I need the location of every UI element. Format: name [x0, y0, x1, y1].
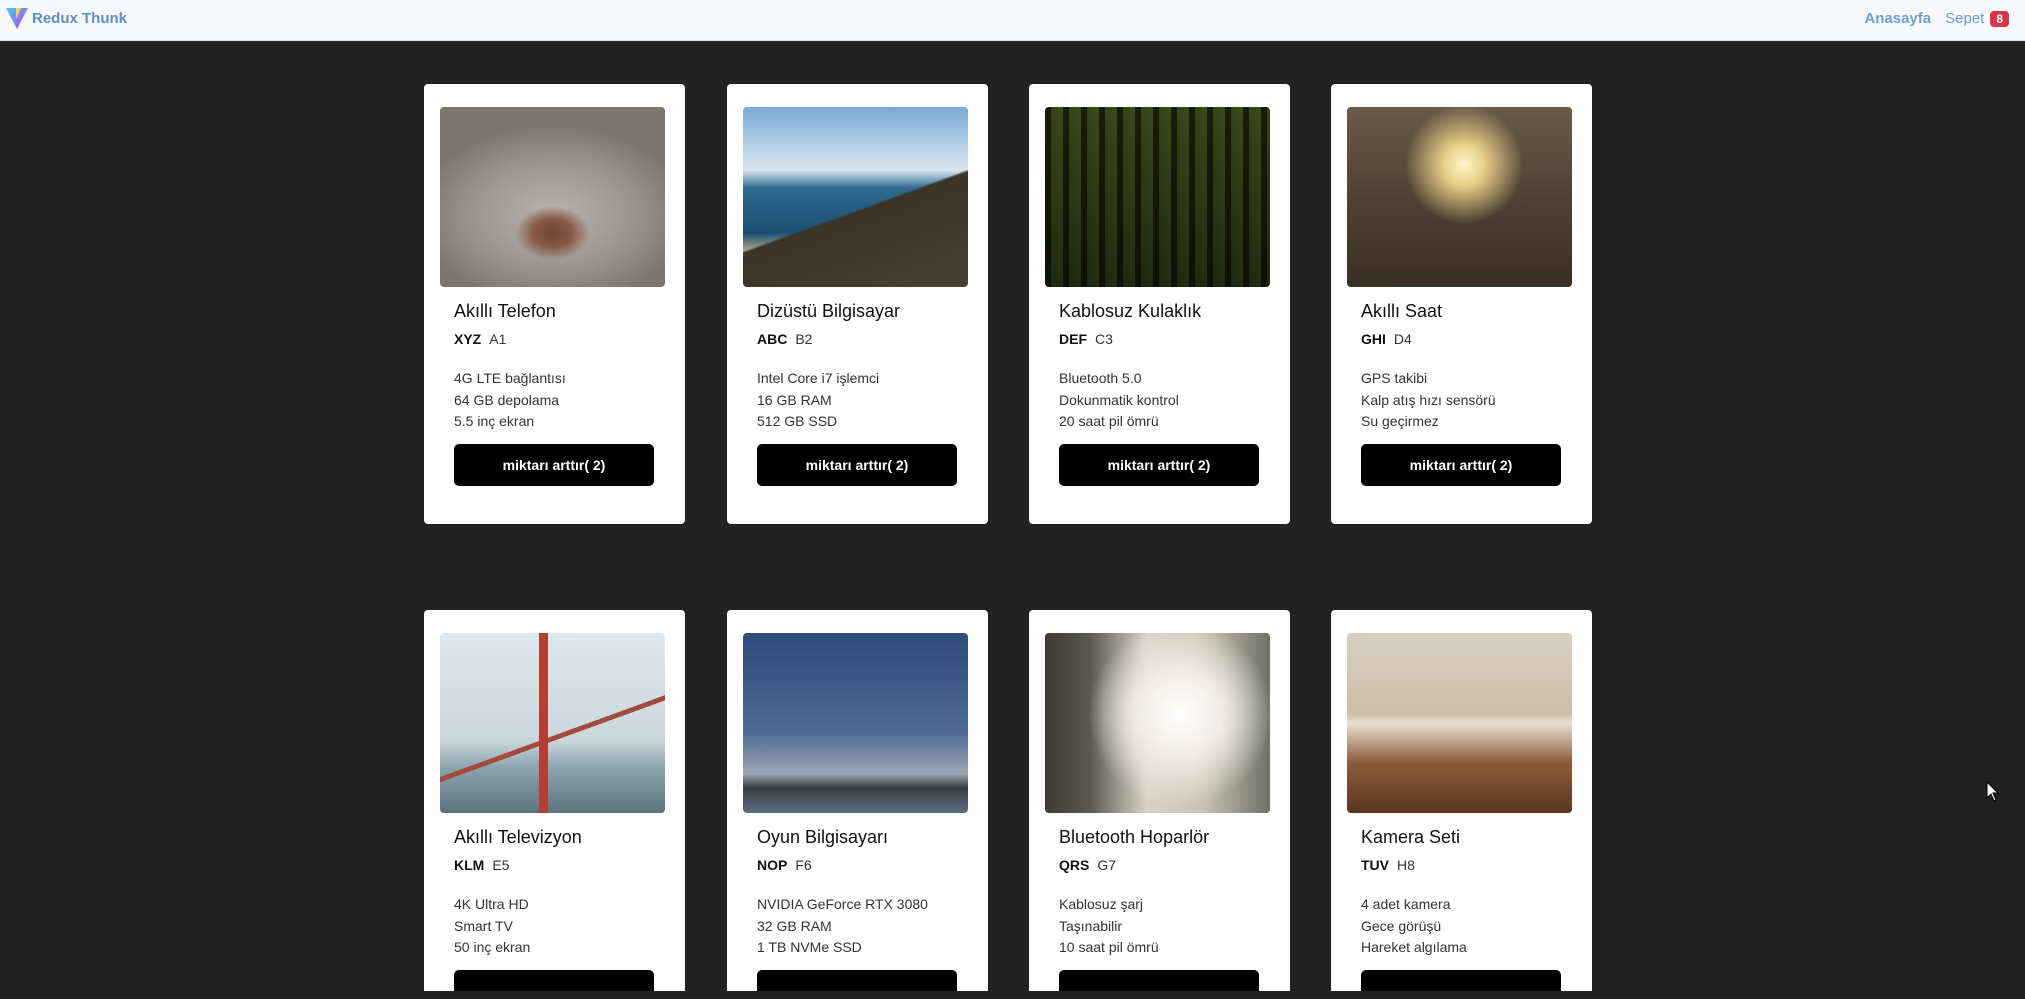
product-card: Akıllı Telefon XYZ A1 4G LTE bağlantısı 6…	[424, 84, 685, 524]
feature-item: Taşınabilir	[1059, 917, 1123, 934]
feature-item: Bluetooth 5.0	[1059, 370, 1142, 386]
feature-item: Intel Core i7 işlemci	[757, 370, 880, 386]
product-model: H8	[1397, 857, 1415, 873]
add-to-cart-button[interactable]	[757, 970, 957, 991]
product-brand: TUV	[1361, 857, 1389, 873]
product-brand: DEF	[1059, 331, 1087, 347]
product-title: Kamera Seti	[1361, 827, 1461, 847]
product-card: Kablosuz Kulaklık DEF C3 Bluetooth 5.0 Do…	[1029, 84, 1290, 524]
man-in-sunlight-photo	[1045, 633, 1270, 813]
product-brand-model: KLM E5	[454, 857, 509, 873]
product-features: Intel Core i7 işlemci 16 GB RAM 512 GB S…	[757, 368, 879, 433]
product-brand: ABC	[757, 331, 788, 347]
product-brand-model: QRS G7	[1059, 857, 1116, 873]
nav-cart-link[interactable]: Sepet 8	[1945, 10, 2009, 27]
product-brand: QRS	[1059, 857, 1090, 873]
product-model: G7	[1097, 857, 1117, 873]
feature-item: 4G LTE bağlantısı	[454, 370, 566, 386]
feature-item: Hareket algılama	[1361, 939, 1467, 955]
product-brand-model: GHI D4	[1361, 331, 1412, 347]
feature-item: Su geçirmez	[1361, 413, 1439, 429]
product-brand: GHI	[1361, 331, 1386, 347]
product-title: Akıllı Saat	[1361, 301, 1443, 321]
product-features: 4G LTE bağlantısı 64 GB depolama 5.5 inç…	[454, 368, 566, 433]
feature-item: Kalp atış hızı sensörü	[1361, 391, 1496, 408]
product-model: C3	[1095, 331, 1113, 347]
increase-quantity-button[interactable]: miktarı arttır( 2)	[454, 444, 654, 486]
product-title: Oyun Bilgisayarı	[757, 827, 889, 847]
sunset-grass-photo	[1347, 107, 1572, 287]
feature-item: 4K Ultra HD	[454, 896, 529, 912]
increase-quantity-button[interactable]: miktarı arttır( 2)	[1059, 444, 1259, 486]
product-features: Bluetooth 5.0 Dokunmatik kontrol 20 saat…	[1059, 368, 1179, 433]
product-brand-model: XYZ A1	[454, 331, 506, 347]
product-title: Bluetooth Hoparlör	[1059, 827, 1210, 847]
product-card: Dizüstü Bilgisayar ABC B2 Intel Core i7 i…	[727, 84, 988, 524]
increase-quantity-button[interactable]: miktarı arttır( 2)	[757, 444, 957, 486]
city-skyline-photo	[743, 633, 968, 813]
product-model: B2	[795, 331, 813, 347]
top-navbar: Redux Thunk Anasayfa Sepet 8	[0, 0, 2025, 41]
brand[interactable]: Redux Thunk	[4, 5, 127, 31]
nav-links: Anasayfa Sepet 8	[1864, 10, 2009, 27]
product-title: Kablosuz Kulaklık	[1059, 301, 1202, 321]
feature-item: Smart TV	[454, 917, 513, 934]
product-features: GPS takibi Kalp atış hızı sensörü Su geç…	[1361, 368, 1496, 433]
cart-count-badge: 8	[1990, 10, 2009, 27]
brand-label: Redux Thunk	[32, 9, 128, 27]
nav-home-link[interactable]: Anasayfa	[1864, 10, 1931, 27]
product-brand: NOP	[757, 857, 788, 873]
add-to-cart-button[interactable]	[1361, 970, 1561, 991]
product-card: Bluetooth Hoparlör QRS G7 Kablosuz şarj T…	[1029, 610, 1290, 991]
open-book-photo	[1347, 633, 1572, 813]
product-brand: KLM	[454, 857, 485, 873]
product-grid: Akıllı Telefon XYZ A1 4G LTE bağlantısı 6…	[0, 41, 2025, 991]
feature-item: 5.5 inç ekran	[454, 413, 535, 429]
product-model: D4	[1393, 331, 1412, 347]
feature-item: 50 inç ekran	[454, 939, 531, 955]
increase-quantity-button[interactable]: miktarı arttır( 2)	[1361, 444, 1561, 486]
forest-path-photo	[1045, 107, 1270, 287]
mouse-pointer-icon	[1986, 781, 2000, 802]
add-to-cart-button[interactable]	[1059, 970, 1259, 991]
product-features: 4K Ultra HD Smart TV 50 inç ekran	[454, 894, 530, 959]
feature-item: Kablosuz şarj	[1059, 896, 1144, 912]
product-brand-model: TUV H8	[1361, 857, 1415, 873]
add-to-cart-button[interactable]	[454, 970, 654, 991]
feature-item: 10 saat pil ömrü	[1059, 939, 1159, 955]
product-card: Akıllı Televizyon KLM E5 4K Ultra HD Smar…	[424, 610, 685, 991]
feature-item: 512 GB SSD	[757, 413, 838, 429]
feature-item: NVIDIA GeForce RTX 3080	[757, 896, 928, 912]
product-brand: XYZ	[454, 331, 482, 347]
product-card: Akıllı Saat GHI D4 GPS takibi Kalp atış h…	[1331, 84, 1592, 524]
product-brand-model: ABC B2	[757, 331, 812, 347]
feature-item: Gece görüşü	[1361, 917, 1442, 934]
golden-gate-bridge-photo	[440, 633, 665, 813]
product-title: Akıllı Televizyon	[454, 827, 582, 847]
feature-item: GPS takibi	[1361, 370, 1428, 386]
product-card: Oyun Bilgisayarı NOP F6 NVIDIA GeForce RT…	[727, 610, 988, 991]
feature-item: 20 saat pil ömrü	[1059, 413, 1159, 429]
product-model: A1	[489, 331, 507, 347]
feature-item: 16 GB RAM	[757, 391, 832, 408]
product-brand-model: NOP F6	[757, 857, 812, 873]
product-title: Akıllı Telefon	[454, 301, 556, 321]
feature-item: 4 adet kamera	[1361, 896, 1451, 912]
product-features: 4 adet kamera Gece görüşü Hareket algıla…	[1361, 894, 1467, 959]
product-features: NVIDIA GeForce RTX 3080 32 GB RAM 1 TB N…	[757, 894, 928, 959]
product-model: F6	[795, 857, 812, 873]
nav-cart-label: Sepet	[1945, 10, 1985, 27]
product-model: E5	[492, 857, 510, 873]
product-features: Kablosuz şarj Taşınabilir 10 saat pil öm…	[1059, 894, 1159, 959]
vite-logo-icon	[6, 8, 28, 29]
product-card: Kamera Seti TUV H8 4 adet kamera Gece gör…	[1331, 610, 1592, 991]
feature-item: Dokunmatik kontrol	[1059, 391, 1179, 408]
product-title: Dizüstü Bilgisayar	[757, 301, 901, 321]
cat-nose-photo	[440, 107, 665, 287]
product-brand-model: DEF C3	[1059, 331, 1113, 347]
beach-coast-photo	[743, 107, 968, 287]
feature-item: 32 GB RAM	[757, 917, 832, 934]
feature-item: 1 TB NVMe SSD	[757, 939, 862, 955]
feature-item: 64 GB depolama	[454, 391, 560, 408]
